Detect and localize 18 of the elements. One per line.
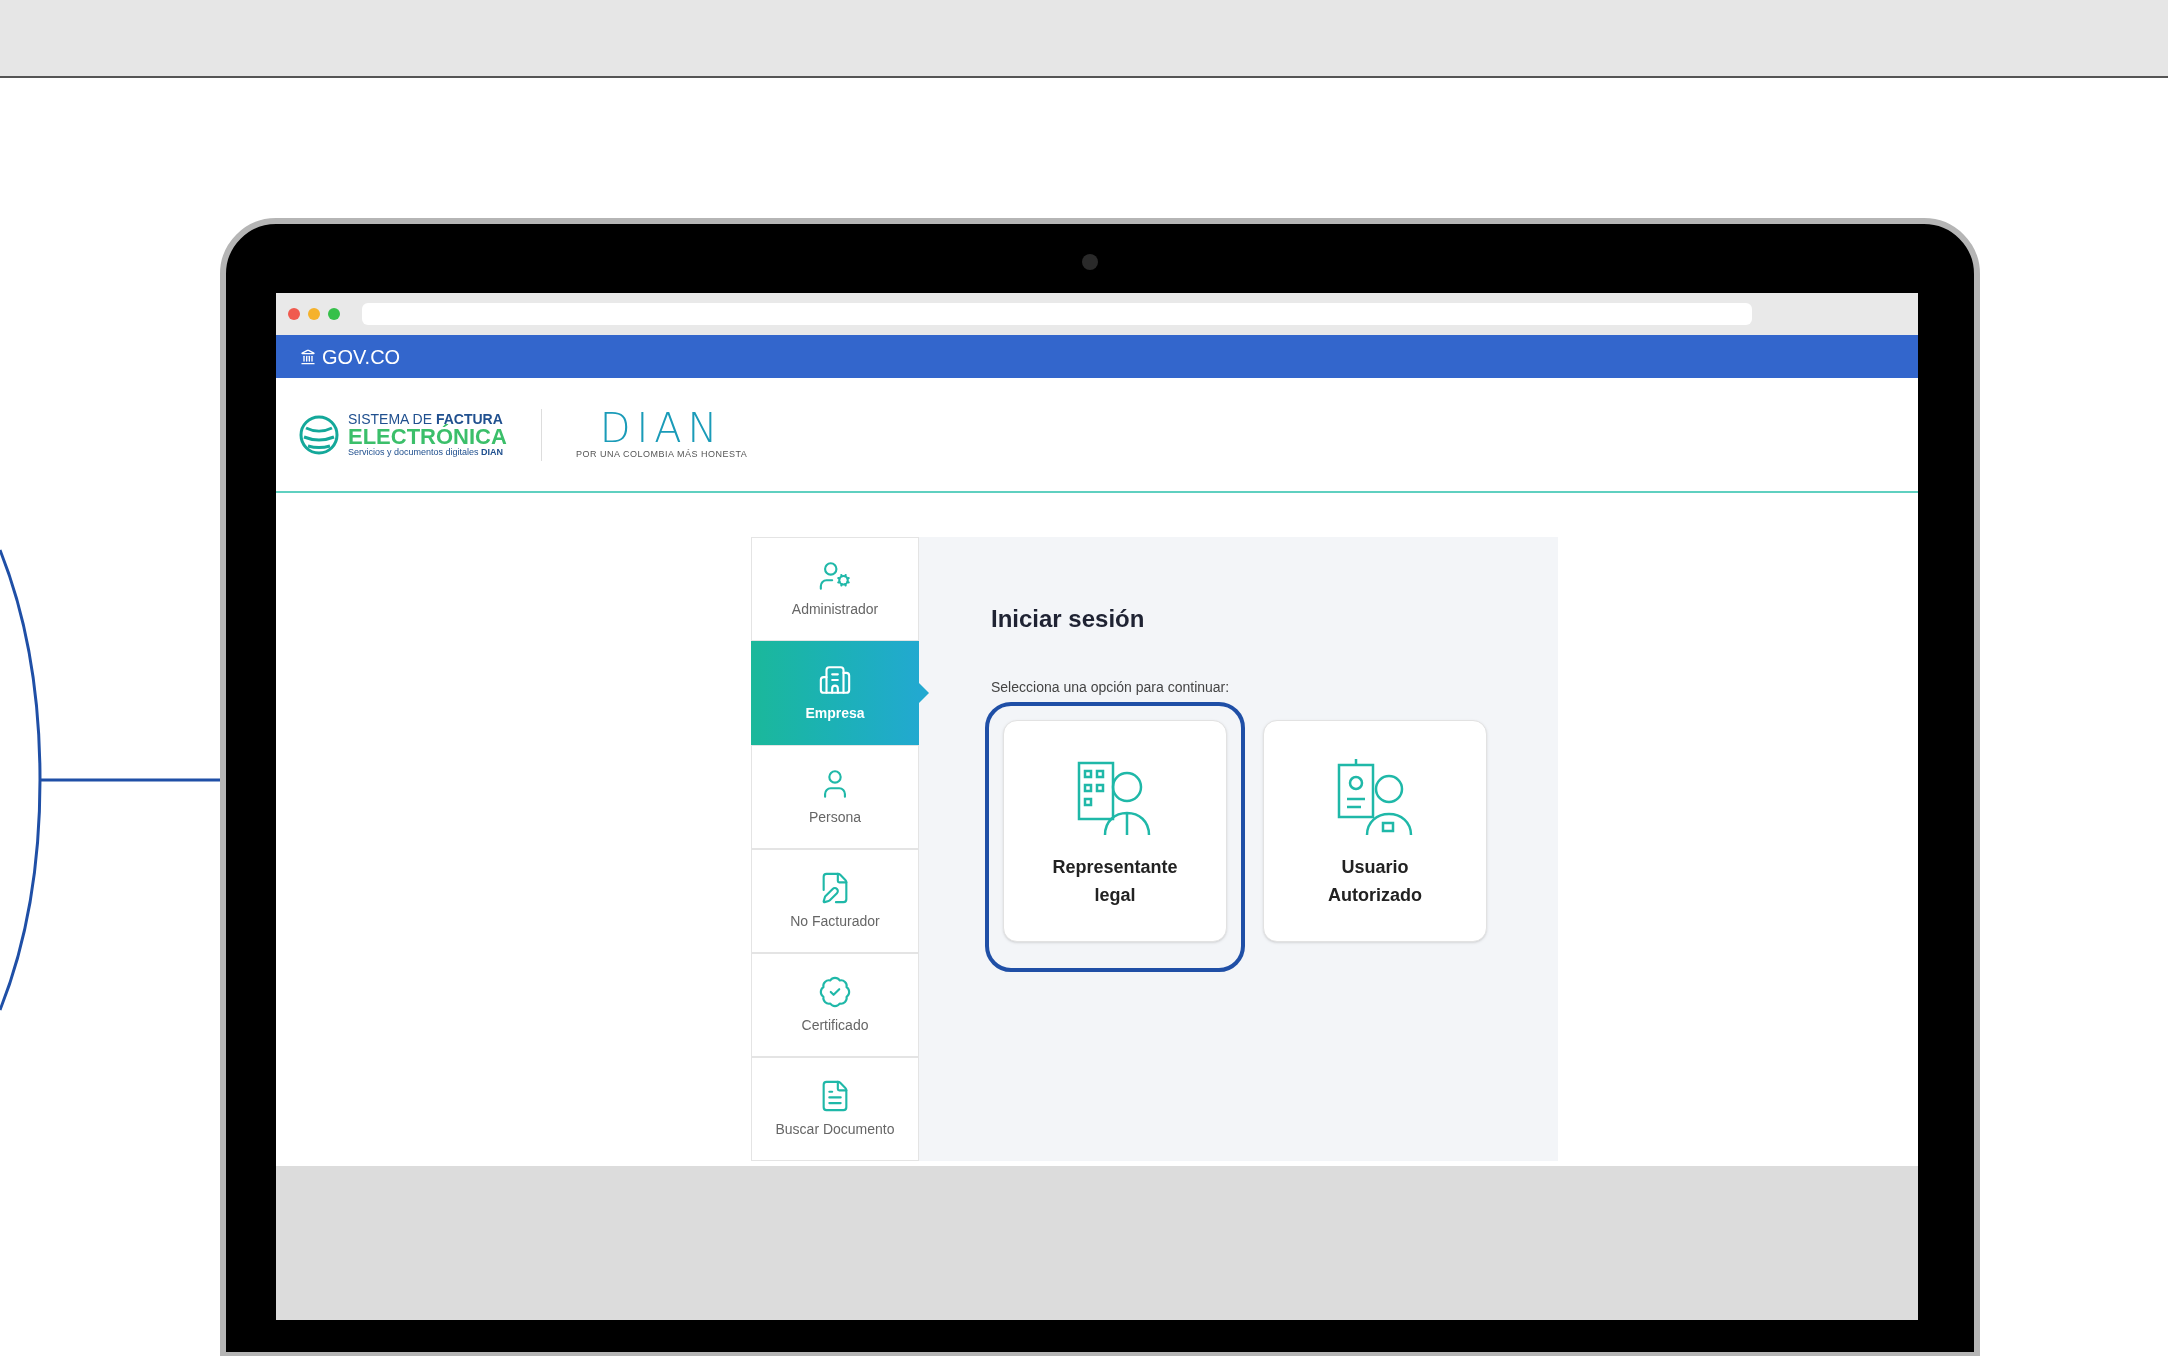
login-option-card[interactable]: Representante legal [1003,720,1227,942]
sidebar-item[interactable]: Buscar Documento [751,1057,919,1161]
id-card-person-icon [1335,757,1415,837]
gov-logo-text[interactable]: GOV.CO [322,341,401,372]
dian-logo-text: DIAN [599,407,724,448]
globe-swirl-icon [298,413,340,456]
badge-check-icon [818,974,852,1009]
login-prompt: Selecciona una opción para continuar: [991,678,1231,697]
system-tagline: Servicios y documentos digitales DIAN [348,448,505,457]
login-title: Iniciar sesión [991,604,1146,634]
sidebar-item[interactable]: Persona [751,745,919,849]
sidebar-item[interactable]: Administrador [751,537,919,641]
sidebar-item[interactable]: Certificado [751,953,919,1057]
login-option-card[interactable]: Usuario Autorizado [1263,720,1487,942]
dian-tagline: POR UNA COLOMBIA MÁS HONESTA [575,447,748,461]
pointer-arrow [919,683,929,703]
system-subtitle: ELECTRÓNICA [348,426,507,448]
sidebar-item[interactable]: No Facturador [751,849,919,953]
